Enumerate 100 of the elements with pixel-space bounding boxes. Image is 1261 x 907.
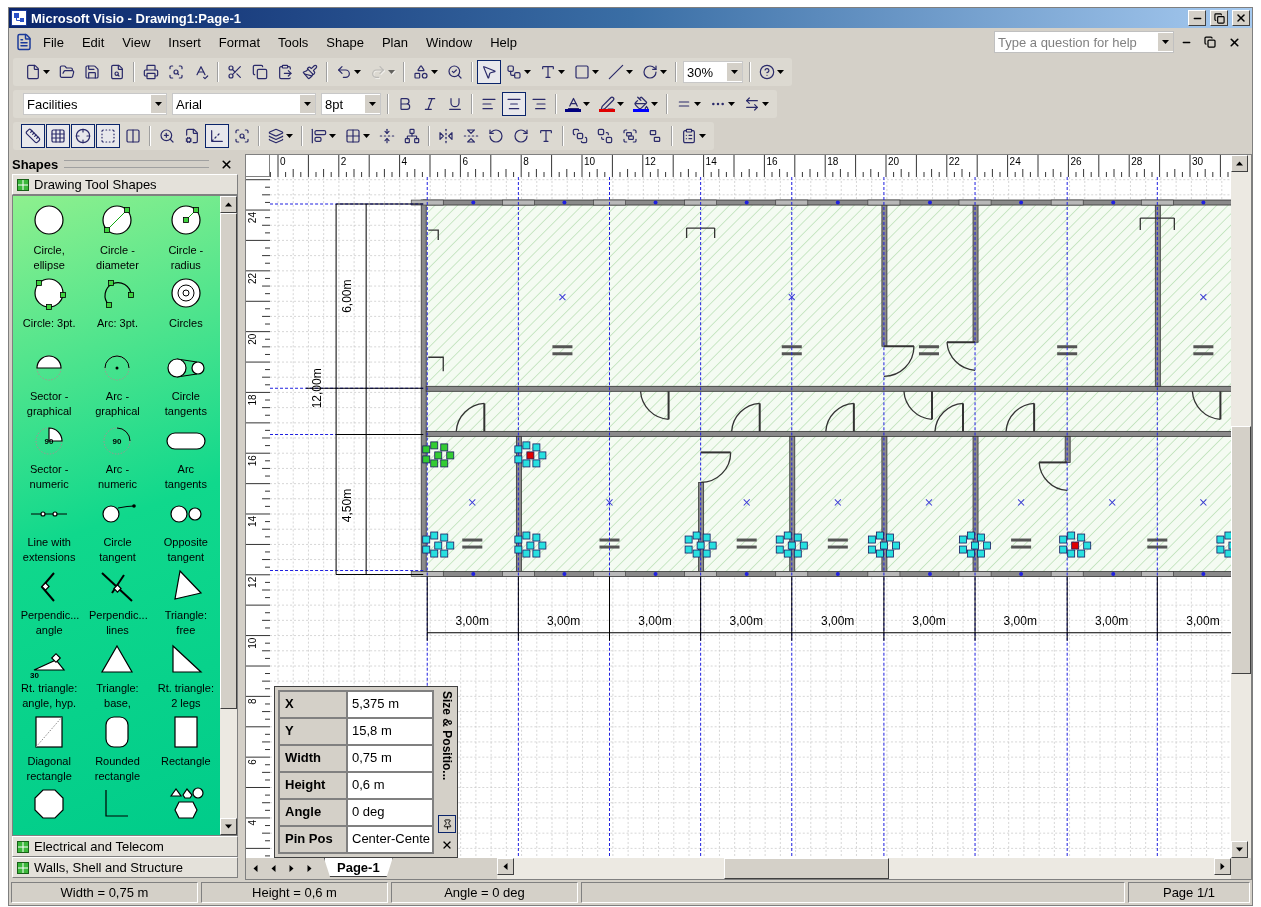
guide-line[interactable] xyxy=(517,177,519,858)
caret-icon xyxy=(626,70,633,74)
minimize-button[interactable] xyxy=(1188,10,1206,26)
property-value-field[interactable]: 0,75 m xyxy=(347,745,433,772)
angle-value: 30 xyxy=(30,671,40,680)
scroll-left-button[interactable] xyxy=(496,858,514,875)
guide-line[interactable] xyxy=(791,177,793,858)
restore-button[interactable] xyxy=(1210,10,1228,26)
guide-line[interactable] xyxy=(1066,177,1068,858)
guide-line[interactable] xyxy=(1156,177,1158,858)
menu-item[interactable]: Window xyxy=(418,31,481,53)
caret-icon xyxy=(660,70,667,74)
selected-shape-drawing[interactable] xyxy=(959,531,991,558)
stencil-title-bar[interactable]: Drawing Tool Shapes xyxy=(12,174,238,195)
scrollbar-thumb[interactable] xyxy=(220,213,237,710)
dropdown-field[interactable]: 8pt xyxy=(321,93,381,115)
ruler-label: 6 xyxy=(462,156,468,167)
shape-label: Perpendic... angle xyxy=(20,608,78,638)
caret-icon xyxy=(699,134,706,138)
ruler-label: 30 xyxy=(1192,156,1204,167)
help-search-field[interactable]: Type a question for help xyxy=(994,31,1174,53)
window-title: Microsoft Visio - Drawing1:Page-1 xyxy=(31,10,242,26)
shape-label: Arc: 3pt. xyxy=(96,316,139,331)
ruler-label: 8 xyxy=(247,698,258,704)
scrollbar-thumb[interactable] xyxy=(1231,426,1251,674)
shape-label: Arc - numeric xyxy=(96,462,139,492)
shape-label: Circle, ellipse xyxy=(32,243,66,273)
guide-line[interactable] xyxy=(700,177,702,858)
guide-line[interactable] xyxy=(609,177,610,858)
selected-shape-drawing[interactable] xyxy=(514,531,547,558)
up-arrow-icon xyxy=(225,201,232,208)
menu-item[interactable]: Tools xyxy=(270,31,317,53)
property-label: X xyxy=(279,691,347,718)
selected-shape-drawing[interactable] xyxy=(684,531,717,558)
property-value-field[interactable]: 0 deg xyxy=(347,799,433,826)
property-label: Y xyxy=(279,718,347,745)
shape-label: Perpendic... lines xyxy=(89,608,146,638)
caret-icon xyxy=(155,102,162,106)
menu-item[interactable]: Format xyxy=(210,31,268,53)
property-label: Angle xyxy=(279,799,347,826)
scroll-up-button[interactable] xyxy=(220,196,237,213)
property-label: Height xyxy=(279,772,347,799)
menu-item[interactable]: File xyxy=(35,31,72,53)
caret-icon xyxy=(329,134,336,138)
shape-label: Opposite tangent xyxy=(162,535,209,565)
scrollbar-thumb[interactable] xyxy=(723,858,889,879)
caret-icon xyxy=(1162,40,1169,44)
caret-icon xyxy=(728,102,735,106)
panel-title: Shapes xyxy=(12,156,59,172)
selected-shape-drawing[interactable] xyxy=(868,531,900,558)
dimension-label: 3,00m xyxy=(820,613,855,628)
close-button[interactable] xyxy=(1232,10,1250,26)
caret-icon xyxy=(524,70,531,74)
caret-icon xyxy=(583,102,590,106)
status-panel: Page 1/1 xyxy=(1128,882,1250,903)
menu-item[interactable]: Plan xyxy=(373,31,416,53)
menu-item[interactable]: Insert xyxy=(160,31,209,53)
shape-label: Line with extensions xyxy=(21,535,77,565)
status-panel: Angle = 0 deg xyxy=(391,882,578,903)
stencil-title-bar[interactable]: Electrical and Telecom xyxy=(12,836,238,857)
status-panel: Width = 0,75 m xyxy=(11,882,198,903)
page-tab[interactable]: Page-1 xyxy=(324,858,393,877)
panel-grip[interactable] xyxy=(64,160,209,168)
scroll-up-button[interactable] xyxy=(1231,155,1248,172)
guide-line[interactable] xyxy=(974,177,976,858)
property-value-field[interactable]: 15,8 m xyxy=(347,718,433,745)
close-icon xyxy=(220,157,233,171)
guide-line[interactable] xyxy=(270,570,424,572)
menu-item[interactable]: Help xyxy=(482,31,525,53)
selected-shape-drawing[interactable] xyxy=(1059,531,1092,558)
dropdown-field[interactable]: Facilities xyxy=(23,93,167,115)
selected-shape-drawing[interactable] xyxy=(422,531,455,558)
caret-icon xyxy=(369,102,376,106)
caret-icon xyxy=(731,70,738,74)
selected-shape-drawing[interactable] xyxy=(775,531,808,558)
scroll-right-button[interactable] xyxy=(1214,858,1231,875)
property-value-field[interactable]: 5,375 m xyxy=(347,691,433,718)
dimension-label: 3,00m xyxy=(455,613,489,628)
property-value-field[interactable]: 0,6 m xyxy=(347,772,433,799)
scroll-down-button[interactable] xyxy=(220,818,237,835)
shape-label: Rounded rectangle xyxy=(93,754,142,784)
scroll-down-button[interactable] xyxy=(1231,841,1248,858)
selected-shape-drawing[interactable] xyxy=(514,441,547,468)
selected-shape-drawing[interactable] xyxy=(422,441,455,468)
guide-line[interactable] xyxy=(883,177,885,858)
shape-label: Diagonal rectangle xyxy=(25,754,73,784)
menu-item[interactable]: View xyxy=(114,31,159,53)
pin-button[interactable] xyxy=(438,815,456,833)
ruler-label: 16 xyxy=(247,455,258,467)
menu-item[interactable]: Edit xyxy=(73,31,113,53)
drawing-page[interactable]: 6,00m 12,00m 4,50m 3,00m 3,00m 3,00m 3,00m 3,00m 3,00m 3,00m 3,00m 3,00m X 5,375 m Y 15,8 m Width 0,75 m Height 0,6 m Angle 0 deg Pin Pos Center-Cente Size & Positio... xyxy=(270,177,1231,858)
ruler-label: 8 xyxy=(523,156,529,167)
ruler-label: 18 xyxy=(827,156,839,167)
dimension-label: 3,00m xyxy=(912,613,946,628)
property-value-field[interactable]: Center-Cente xyxy=(347,826,433,853)
stencil-title-bar[interactable]: Walls, Shell and Structure xyxy=(12,857,238,878)
dropdown-field[interactable]: Arial xyxy=(172,93,316,115)
dropdown-field[interactable]: 30% xyxy=(683,61,743,83)
menu-item[interactable]: Shape xyxy=(318,31,372,53)
selected-shape-drawing[interactable] xyxy=(1216,531,1231,558)
